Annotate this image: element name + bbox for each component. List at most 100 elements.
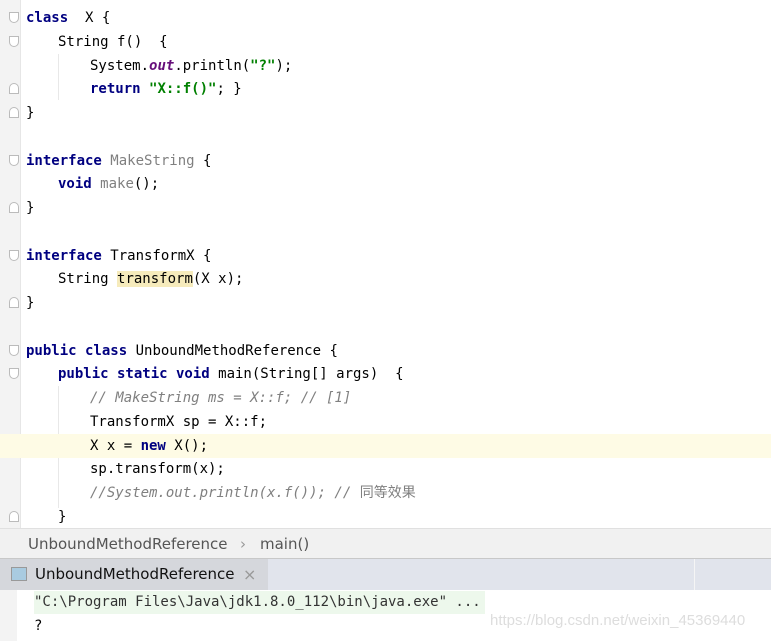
fold-expand-icon[interactable] bbox=[9, 297, 19, 308]
code-line[interactable]: interface TransformX { bbox=[0, 244, 771, 268]
run-tab-label: UnboundMethodReference bbox=[35, 565, 235, 583]
code-line[interactable]: interface MakeString { bbox=[0, 149, 771, 173]
code-token: X { bbox=[68, 10, 111, 26]
divider bbox=[694, 559, 695, 590]
fold-expand-icon[interactable] bbox=[9, 83, 19, 95]
code-token: // MakeString ms = X::f; // [1] bbox=[90, 390, 352, 406]
code-token: transform bbox=[117, 271, 193, 288]
code-token: public class bbox=[26, 342, 128, 359]
code-text: void make(); bbox=[58, 172, 159, 196]
code-text: TransformX sp = X::f; bbox=[90, 410, 267, 434]
code-line[interactable]: //System.out.println(x.f()); // 同等效果 bbox=[0, 481, 771, 505]
code-line[interactable]: } bbox=[0, 505, 771, 528]
code-token: (X x); bbox=[192, 271, 244, 288]
code-token: make bbox=[100, 176, 134, 193]
code-line[interactable]: } bbox=[0, 291, 771, 315]
run-tab[interactable]: UnboundMethodReference × bbox=[0, 559, 268, 590]
code-line[interactable] bbox=[0, 125, 771, 149]
console-window-icon bbox=[11, 567, 27, 581]
code-line[interactable]: class X { bbox=[0, 6, 771, 30]
code-text: interface MakeString { bbox=[26, 149, 211, 173]
code-token: TransformX { bbox=[101, 247, 212, 264]
code-token: out bbox=[149, 57, 175, 74]
code-token: .println( bbox=[174, 57, 251, 74]
code-token: interface bbox=[26, 247, 102, 264]
run-tab-bar: UnboundMethodReference × bbox=[0, 558, 771, 591]
code-token: public static void bbox=[58, 366, 210, 383]
code-text: } bbox=[26, 291, 34, 315]
code-token: return bbox=[90, 81, 141, 98]
code-text: public class UnboundMethodReference { bbox=[26, 339, 338, 363]
code-text: //System.out.println(x.f()); // 同等效果 bbox=[90, 481, 416, 505]
code-token: 同等效果 bbox=[359, 485, 416, 501]
code-text: System.out.println("?"); bbox=[90, 54, 292, 78]
code-token: MakeString bbox=[110, 152, 195, 169]
fold-collapse-icon[interactable] bbox=[9, 35, 19, 47]
code-token: String f() { bbox=[58, 33, 168, 50]
breadcrumb: UnboundMethodReference › main() bbox=[0, 528, 771, 559]
fold-expand-icon[interactable] bbox=[9, 510, 19, 522]
code-line[interactable]: public static void main(String[] args) { bbox=[0, 362, 771, 386]
console-command-line: "C:\Program Files\Java\jdk1.8.0_112\bin\… bbox=[34, 591, 485, 614]
code-line[interactable] bbox=[0, 315, 771, 339]
code-token: main(String[] args) { bbox=[209, 366, 404, 383]
code-line[interactable]: String f() { bbox=[0, 30, 771, 54]
code-line[interactable] bbox=[0, 220, 771, 244]
code-editor[interactable]: class X { String f() { System.out.println(… bbox=[0, 0, 771, 528]
code-line[interactable]: X x = new X(); bbox=[0, 433, 771, 458]
fold-expand-icon[interactable] bbox=[9, 107, 19, 118]
code-line[interactable]: void make(); bbox=[0, 172, 771, 196]
code-line[interactable]: TransformX sp = X::f; bbox=[0, 410, 771, 434]
code-line[interactable]: String transform(X x); bbox=[0, 267, 771, 291]
code-line[interactable]: System.out.println("?"); bbox=[0, 54, 771, 78]
code-text: // MakeString ms = X::f; // [1] bbox=[90, 386, 351, 410]
code-line[interactable]: return "X::f()"; } bbox=[0, 77, 771, 101]
code-token: (); bbox=[133, 176, 160, 193]
code-text: sp.transform(x); bbox=[90, 457, 225, 481]
code-token: { bbox=[194, 152, 212, 169]
code-text: public static void main(String[] args) { bbox=[58, 362, 404, 386]
code-text: class X { bbox=[26, 6, 110, 30]
code-text: interface TransformX { bbox=[26, 244, 211, 268]
code-token: X(); bbox=[165, 437, 209, 454]
fold-expand-icon[interactable] bbox=[9, 202, 19, 213]
console-output-line: ? bbox=[34, 618, 43, 634]
code-text: } bbox=[58, 505, 66, 528]
code-token: } bbox=[26, 105, 35, 121]
code-text: String f() { bbox=[58, 30, 168, 54]
fold-collapse-icon[interactable] bbox=[9, 344, 19, 356]
code-line[interactable]: sp.transform(x); bbox=[0, 457, 771, 481]
code-token: void bbox=[58, 176, 92, 193]
code-token: class bbox=[26, 10, 69, 26]
code-text: } bbox=[26, 101, 34, 125]
code-text: String transform(X x); bbox=[58, 267, 243, 291]
code-line[interactable]: } bbox=[0, 101, 771, 125]
code-token: } bbox=[26, 295, 35, 311]
breadcrumb-item-class[interactable]: UnboundMethodReference bbox=[28, 529, 228, 559]
code-line[interactable]: } bbox=[0, 196, 771, 220]
breadcrumb-item-method[interactable]: main() bbox=[260, 529, 309, 559]
code-token: TransformX sp = X::f; bbox=[90, 413, 268, 430]
code-line[interactable]: // MakeString ms = X::f; // [1] bbox=[0, 386, 771, 410]
code-token: System. bbox=[90, 57, 150, 74]
fold-collapse-icon[interactable] bbox=[9, 368, 19, 380]
code-token: sp.transform(x); bbox=[90, 461, 225, 478]
fold-collapse-icon[interactable] bbox=[9, 249, 19, 261]
fold-collapse-icon[interactable] bbox=[9, 154, 19, 166]
watermark: https://blog.csdn.net/weixin_45369440 bbox=[490, 612, 746, 629]
code-token: //System.out.println(x.f()); // bbox=[90, 485, 360, 501]
breadcrumb-separator: › bbox=[240, 535, 246, 553]
fold-collapse-icon[interactable] bbox=[9, 12, 19, 23]
code-token: ); bbox=[275, 57, 293, 74]
code-token: "?" bbox=[250, 57, 276, 74]
code-token: } bbox=[26, 200, 35, 216]
code-text: } bbox=[26, 196, 34, 220]
code-token: ; } bbox=[216, 81, 242, 98]
code-token: X x = bbox=[90, 437, 141, 454]
code-token: } bbox=[58, 508, 67, 525]
close-icon[interactable]: × bbox=[243, 559, 256, 590]
code-token: "X::f()" bbox=[149, 81, 217, 98]
code-line[interactable]: public class UnboundMethodReference { bbox=[0, 339, 771, 363]
